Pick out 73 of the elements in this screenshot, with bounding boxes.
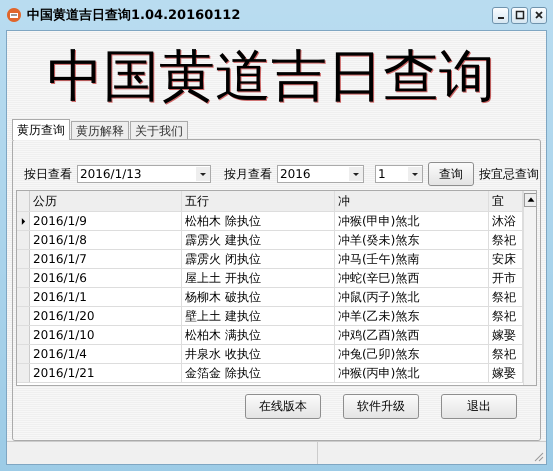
table-cell: 冲猴(丙申)煞北 (335, 364, 489, 382)
maximize-button[interactable] (511, 6, 528, 24)
table-cell: 金箔金 除执位 (182, 364, 335, 382)
column-header[interactable]: 公历 (30, 191, 182, 211)
table-cell: 松柏木 满执位 (182, 326, 335, 344)
table-cell: 2016/1/4 (30, 345, 182, 363)
minimize-icon (498, 17, 504, 19)
table-cell: 松柏木 除执位 (182, 212, 335, 230)
table-cell: 沐浴 (489, 212, 523, 230)
table-cell: 冲羊(乙未)煞东 (335, 307, 489, 325)
app-banner-title: 中国黄道吉日查询 (46, 43, 496, 107)
tab[interactable]: 黄历解释 (71, 121, 129, 139)
table-row[interactable]: 2016/1/21 金箔金 除执位 冲猴(丙申)煞北 嫁娶 (17, 364, 523, 383)
table-row[interactable]: 2016/1/9 松柏木 除执位 冲猴(甲申)煞北 沐浴 (17, 212, 523, 231)
maximize-icon (514, 10, 524, 20)
day-label: 按日查看 (24, 166, 72, 182)
table-row[interactable]: 2016/1/1 杨柳木 破执位 冲鼠(丙子)煞北 祭祀 (17, 288, 523, 307)
row-header-cell (17, 231, 30, 249)
row-header-cell (17, 269, 30, 287)
year-dropdown[interactable]: 2016 (277, 165, 364, 183)
table-cell: 2016/1/6 (30, 269, 182, 287)
row-header-cell (17, 364, 30, 382)
table-cell: 霹雳火 建执位 (182, 231, 335, 249)
scroll-up-icon[interactable] (524, 193, 536, 207)
yiji-label: 按宜忌查询 (479, 166, 539, 182)
column-header[interactable]: 冲 (335, 191, 489, 211)
column-header[interactable]: 五行 (182, 191, 335, 211)
table-cell: 冲羊(癸未)煞东 (335, 231, 489, 249)
row-header-cell (17, 345, 30, 363)
current-row-icon (20, 216, 26, 226)
table-cell: 冲马(壬午)煞南 (335, 250, 489, 268)
table-cell: 2016/1/1 (30, 288, 182, 306)
table-row[interactable]: 2016/1/8 霹雳火 建执位 冲羊(癸未)煞东 祭祀 (17, 231, 523, 250)
table-row[interactable]: 2016/1/10 松柏木 满执位 冲鸡(乙酉)煞西 嫁娶 (17, 326, 523, 345)
table-cell: 壁上土 建执位 (182, 307, 335, 325)
resize-grip-icon[interactable] (532, 450, 544, 462)
table-cell: 冲蛇(辛巳)煞西 (335, 269, 489, 287)
window-title: 中国黄道吉日查询1.04.20160112 (27, 7, 240, 24)
action-button[interactable]: 在线版本 (245, 394, 321, 419)
tab[interactable]: 关于我们 (130, 121, 188, 139)
row-header-cell (17, 250, 30, 268)
row-header-cell (17, 307, 30, 325)
action-button[interactable]: 软件升级 (343, 394, 419, 419)
table-row[interactable]: 2016/1/7 霹雳火 闭执位 冲马(壬午)煞南 安床 (17, 250, 523, 269)
minimize-button[interactable] (492, 6, 509, 24)
app-icon (6, 7, 22, 23)
table-row[interactable]: 2016/1/4 井泉水 收执位 冲兔(己卯)煞东 祭祀 (17, 345, 523, 364)
table-cell: 2016/1/20 (30, 307, 182, 325)
close-icon (534, 10, 544, 20)
table-cell: 霹雳火 闭执位 (182, 250, 335, 268)
query-button[interactable]: 查询 (428, 162, 474, 186)
table-cell: 2016/1/8 (30, 231, 182, 249)
tab[interactable]: 黄历查询 (12, 119, 70, 140)
table-cell: 井泉水 收执位 (182, 345, 335, 363)
table-cell: 冲鼠(丙子)煞北 (335, 288, 489, 306)
table-cell: 杨柳木 破执位 (182, 288, 335, 306)
row-header-cell (17, 288, 30, 306)
row-header-cell (17, 326, 30, 344)
action-button[interactable]: 退出 (441, 394, 517, 419)
table-cell: 冲鸡(乙酉)煞西 (335, 326, 489, 344)
table-cell: 2016/1/7 (30, 250, 182, 268)
close-button[interactable] (530, 6, 547, 24)
table-cell: 冲兔(己卯)煞东 (335, 345, 489, 363)
table-cell: 2016/1/10 (30, 326, 182, 344)
month-label: 按月查看 (224, 166, 272, 182)
table-cell: 2016/1/21 (30, 364, 182, 382)
month-dropdown[interactable]: 1 (375, 165, 423, 183)
table-row[interactable]: 2016/1/6 屋上土 开执位 冲蛇(辛巳)煞西 开市 (17, 269, 523, 288)
table-cell: 屋上土 开执位 (182, 269, 335, 287)
table-row[interactable]: 2016/1/20 壁上土 建执位 冲羊(乙未)煞东 祭祀 (17, 307, 523, 326)
table-cell: 冲猴(甲申)煞北 (335, 212, 489, 230)
date-dropdown[interactable]: 2016/1/13 (77, 165, 211, 183)
vertical-scrollbar[interactable] (523, 191, 536, 385)
